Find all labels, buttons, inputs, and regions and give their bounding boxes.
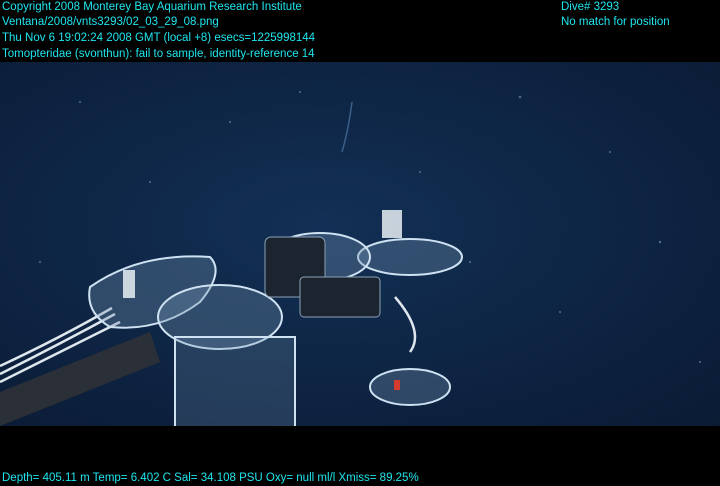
timestamp-line: Thu Nov 6 19:02:24 2008 GMT (local +8) e… (2, 32, 316, 44)
sensor-readout: Depth= 405.11 m Temp= 6.402 C Sal= 34.10… (2, 472, 419, 484)
cap-fitting (382, 210, 402, 238)
underwater-scene (0, 62, 720, 426)
file-path-line: Ventana/2008/vnts3293/02_03_29_08.png (2, 16, 219, 28)
red-marker (394, 380, 400, 390)
vial (123, 270, 135, 298)
position-status: No match for position (561, 16, 670, 28)
dive-number: Dive# 3293 (561, 1, 620, 13)
annotation-line: Tomopteridae (svonthun): fail to sample,… (2, 48, 315, 60)
copyright-line: Copyright 2008 Monterey Bay Aquarium Res… (2, 1, 302, 13)
